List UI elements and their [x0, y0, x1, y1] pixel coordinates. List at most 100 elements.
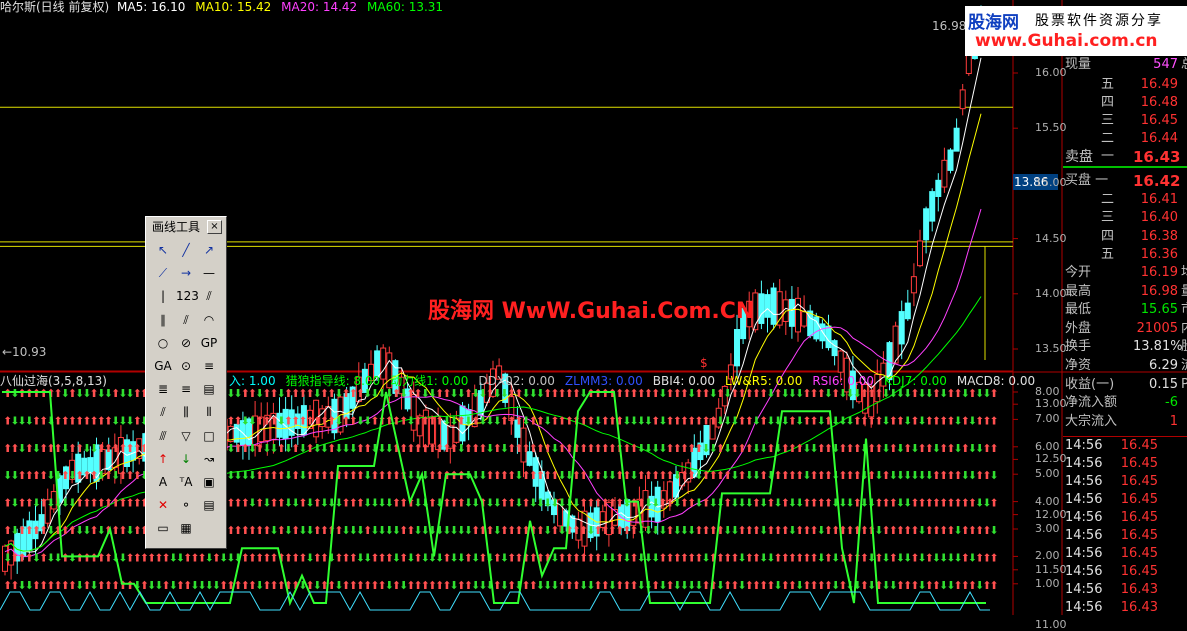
quote-value: 16.45: [1140, 113, 1178, 128]
entry-signal-line: [0, 590, 990, 612]
candle-body: [898, 311, 905, 345]
candle-body: [935, 179, 942, 197]
period-lines-tool-icon[interactable]: ⫼: [176, 403, 196, 421]
candle-body: [801, 311, 808, 327]
quote-value: 16.45: [1120, 474, 1158, 489]
indicator-value-5: BBI4: 0.00: [652, 374, 715, 388]
quote-label: 收益(一): [1065, 376, 1115, 392]
quote-value: 21005: [1136, 320, 1178, 336]
quote-label: 买盘 一: [1065, 173, 1109, 188]
arc-tool-icon[interactable]: ◠: [199, 311, 219, 329]
candle-body: [837, 350, 844, 373]
quote-label: 四: [1101, 95, 1115, 110]
gann-angles-tool-icon[interactable]: ▤: [199, 380, 219, 398]
select-tool-icon[interactable]: ↖: [153, 241, 173, 259]
polyline-tool-icon[interactable]: ↝: [199, 450, 219, 468]
drawing-toolbox[interactable]: 画线工具 × ↖ ╱ ↗ ⟋ → — | 123 ⫽ ∥ ⫽ ◠ ○ ⊘ GP GA ⊙ ≡ ≣ ≡ ▤ ⫽ ⫼ ⦀ ⫻ ▽ □ ↑ ↓…: [145, 216, 227, 549]
ellipse-tool-icon[interactable]: ⊘: [176, 334, 196, 352]
indicator-axis-label: 1.00: [1035, 576, 1060, 590]
fibonacci-cycle-tool-icon[interactable]: ⦀: [199, 403, 219, 421]
quote-label: 14:56: [1065, 600, 1103, 615]
gann-box-tool-icon[interactable]: ⊙: [176, 357, 196, 375]
notes-tool-icon[interactable]: ▤: [199, 496, 219, 514]
fibonacci-fan-tool-icon[interactable]: ≡: [176, 380, 196, 398]
signal-arrow: ⬇: [989, 524, 998, 537]
parallel-lines-2-tool-icon[interactable]: ⫽: [176, 311, 196, 329]
signal-arrow: ⬇: [989, 469, 998, 482]
stat-row: 今开 16.19均价: [1063, 264, 1187, 282]
quote-value: -6: [1165, 395, 1178, 411]
text-tool-icon[interactable]: A: [153, 473, 173, 491]
quote-label: 四: [1101, 228, 1115, 244]
export-tool-icon[interactable]: ▦: [176, 519, 196, 537]
quote-value: 15.65: [1140, 302, 1178, 318]
candle-body: [929, 191, 936, 222]
toolbox-close-button[interactable]: ×: [207, 220, 222, 234]
quote-label: 14:56: [1065, 474, 1103, 489]
triangle-tool-icon[interactable]: ▽: [176, 427, 196, 445]
tick-row: 14:56 16.45: [1063, 491, 1187, 509]
down-arrow-tool-icon[interactable]: ↓: [176, 450, 196, 468]
indicator-value-4: ZLMM3: 0.00: [564, 374, 643, 388]
logo-slogan: 股票软件资源分享: [1035, 13, 1163, 29]
stat-row: 最低 15.65市值: [1063, 301, 1187, 319]
text-label-tool-icon[interactable]: ᵀA: [176, 473, 196, 491]
resistance-lines-tool-icon[interactable]: ⫽: [153, 403, 173, 421]
quote-value: 16.48: [1140, 95, 1178, 110]
quote-label: 二: [1101, 191, 1115, 207]
ray-tool-icon[interactable]: ↗: [199, 241, 219, 259]
trend-line-tool-icon[interactable]: ⟋: [153, 264, 173, 282]
quote-value: 16.45: [1120, 456, 1158, 471]
up-arrow-tool-icon[interactable]: ↑: [153, 450, 173, 468]
price-axis-label: 15.00: [1035, 176, 1067, 190]
candle-body: [758, 293, 765, 324]
price-label-tool-icon[interactable]: 123: [176, 287, 199, 305]
golden-ratio-tool-icon[interactable]: GA: [153, 357, 173, 375]
hide-lines-tool-icon[interactable]: ⚬: [176, 496, 196, 514]
parallel-lines-tool-icon[interactable]: ⫽: [199, 287, 219, 305]
candle-body: [904, 302, 911, 320]
speed-lines-tool-icon[interactable]: ⫻: [153, 427, 173, 445]
ruler-tool-icon[interactable]: ▭: [153, 519, 173, 537]
arrow-line-tool-icon[interactable]: →: [176, 264, 196, 282]
quote-label: 三: [1101, 210, 1115, 225]
quote-label: 14:56: [1065, 582, 1103, 597]
rectangle-tool-icon[interactable]: □: [199, 427, 219, 445]
buy-level-row: 二 16.41: [1063, 191, 1187, 209]
quote-label: 净流入额: [1065, 395, 1118, 411]
indicator-values: 入: 1.00 猎狼指导线: 8.00 动力线1: 0.00 DDX02: 0.00 Z…: [229, 374, 1045, 388]
erase-box-tool-icon[interactable]: ▣: [199, 473, 219, 491]
tick-row: 14:56 16.45: [1063, 563, 1187, 581]
price-axis-label: 15.50: [1035, 121, 1067, 135]
tick-row: 14:56 16.45: [1063, 545, 1187, 563]
gann-fan-tool-icon[interactable]: GP: [199, 334, 219, 352]
tick-row: 14:56 16.45: [1063, 437, 1187, 455]
horizontal-line-tool-icon[interactable]: —: [199, 264, 219, 282]
price-axis-label: 12.00: [1035, 507, 1067, 521]
candle-body: [947, 149, 954, 171]
quote-extra: PE(动: [1181, 376, 1187, 392]
delete-tool-icon[interactable]: ✕: [153, 496, 173, 514]
vertical-line-tool-icon[interactable]: |: [153, 287, 173, 305]
price-axis-label: 11.50: [1035, 562, 1067, 576]
quote-value: 16.42: [1133, 172, 1181, 190]
quote-value: 0.15: [1149, 376, 1178, 392]
wave-lines-tool-icon[interactable]: ≣: [153, 380, 173, 398]
signal-arrow: ⬆: [989, 497, 998, 510]
indicator-name[interactable]: 八仙过海(3,5,8,13): [0, 374, 107, 388]
indicator-axis-label: 6.00: [1035, 439, 1060, 453]
quote-value: 16.41: [1140, 191, 1178, 207]
stat-row: 最高 16.98量比: [1063, 283, 1187, 301]
circle-tool-icon[interactable]: ○: [153, 334, 173, 352]
buy-level-row: 买盘 一 16.42: [1063, 172, 1187, 190]
percent-lines-tool-icon[interactable]: ≡: [199, 357, 219, 375]
line-segment-tool-icon[interactable]: ╱: [176, 241, 196, 259]
quote-label: 五: [1101, 247, 1115, 262]
candle-body: [788, 298, 795, 327]
indicator-value-6: LW&R5: 0.00: [724, 374, 803, 388]
sell-level-row: 三 16.45: [1063, 112, 1187, 130]
site-logo: 股海网 股票软件资源分享 www.Guhai.com.cn: [965, 6, 1187, 56]
parallel-channel-tool-icon[interactable]: ∥: [153, 311, 173, 329]
quote-label: 大宗流入: [1065, 413, 1118, 429]
candle-body: [831, 340, 838, 357]
